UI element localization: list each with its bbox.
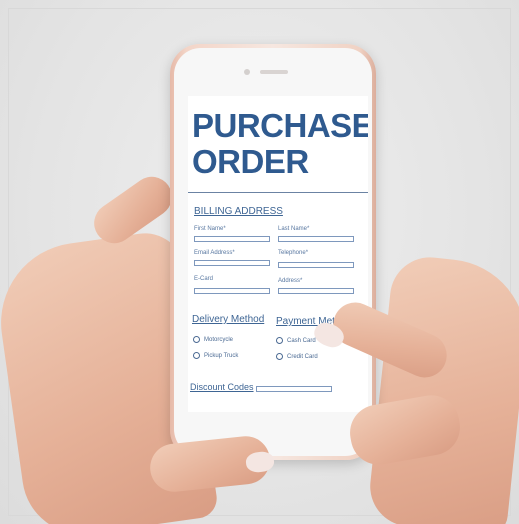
pickup-truck-radio[interactable] <box>193 352 200 359</box>
delivery-method-heading: Delivery Method <box>192 314 265 325</box>
address-input[interactable] <box>278 288 354 294</box>
left-lower-fingernail <box>245 450 275 474</box>
credit-card-label: Credit Card <box>287 354 318 360</box>
ecard-input[interactable] <box>194 288 270 294</box>
email-input[interactable] <box>194 260 270 266</box>
credit-card-radio[interactable] <box>276 353 283 360</box>
cash-card-radio[interactable] <box>276 337 283 344</box>
title-divider <box>188 192 368 193</box>
right-hand <box>366 253 519 524</box>
last-name-label: Last Name* <box>278 226 310 232</box>
cash-card-label: Cash Card <box>287 338 316 344</box>
pickup-truck-label: Pickup Truck <box>204 353 239 359</box>
motorcycle-radio[interactable] <box>193 336 200 343</box>
ecard-label: E-Card <box>194 276 214 282</box>
page-title: PURCHASE ORDER <box>192 108 368 180</box>
motorcycle-label: Motorcycle <box>204 337 234 343</box>
title-line-2: ORDER <box>192 143 309 180</box>
address-label: Address* <box>278 278 303 284</box>
billing-address-heading: BILLING ADDRESS <box>194 206 283 217</box>
photo-scene: PURCHASE ORDER BILLING ADDRESS First Nam… <box>0 0 519 524</box>
title-line-1: PURCHASE <box>192 107 368 144</box>
last-name-input[interactable] <box>278 236 354 242</box>
discount-codes-label: Discount Codes <box>190 382 254 392</box>
front-camera-icon <box>244 69 250 75</box>
first-name-label: First Name* <box>194 226 226 232</box>
email-label: Email Address* <box>194 250 235 256</box>
telephone-label: Telephone* <box>278 250 309 256</box>
speaker-grille <box>260 70 288 74</box>
phone-screen: PURCHASE ORDER BILLING ADDRESS First Nam… <box>188 96 368 412</box>
discount-code-input[interactable] <box>256 386 332 392</box>
first-name-input[interactable] <box>194 236 270 242</box>
telephone-input[interactable] <box>278 262 354 268</box>
